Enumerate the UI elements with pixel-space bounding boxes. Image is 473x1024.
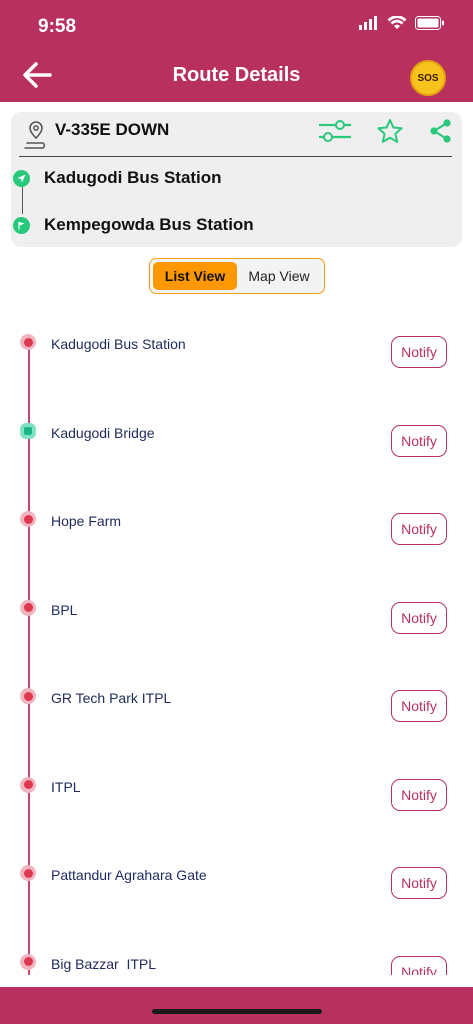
map-view-tab[interactable]: Map View: [237, 262, 321, 290]
route-origin: Kadugodi Bus Station: [11, 168, 222, 188]
stop-name: Big Bazzar ITPL: [51, 955, 157, 972]
list-view-tab[interactable]: List View: [153, 262, 237, 290]
sos-button[interactable]: SOS: [410, 60, 446, 96]
stop-name: Kadugodi Bridge: [51, 424, 155, 441]
stop-marker-icon: [20, 865, 36, 881]
status-time: 9:58: [38, 16, 77, 37]
list-item: GR Tech Park ITPL Notify: [0, 654, 473, 722]
page-title: Route Details: [172, 64, 301, 86]
stop-name: Pattandur Agrahara Gate: [51, 867, 207, 883]
route-icon: [23, 119, 49, 154]
route-card: V-335E DOWN Kadugodi Bus Station Kempego…: [11, 112, 462, 247]
notify-button[interactable]: Notify: [391, 690, 447, 722]
route-connector: [22, 187, 23, 214]
home-indicator[interactable]: [152, 1009, 322, 1014]
notify-button[interactable]: Notify: [391, 778, 447, 811]
list-item: Pattandur Agrahara Gate Notify: [0, 831, 473, 899]
stop-name: Kadugodi Bus Station: [51, 336, 186, 352]
filter-icon[interactable]: [318, 119, 352, 143]
stop-marker-icon: [20, 688, 36, 704]
stop-marker-icon: [20, 776, 36, 793]
stop-marker-icon: [20, 511, 36, 527]
star-icon[interactable]: [376, 118, 404, 144]
flag-icon: [13, 216, 30, 234]
stop-name: GR Tech Park ITPL: [51, 690, 172, 706]
bottom-bar: [0, 987, 473, 1024]
bus-stop-icon: [20, 422, 36, 439]
status-icons: [359, 15, 445, 35]
list-item: ITPL Notify: [0, 743, 473, 811]
battery-icon: [415, 16, 445, 35]
navigation-icon: [13, 169, 30, 187]
route-name: V-335E DOWN: [55, 120, 170, 139]
notify-button[interactable]: Notify: [391, 867, 447, 899]
list-item: Kadugodi Bus Station Notify: [0, 300, 473, 368]
app-header: 9:58 Route Details SOS: [0, 0, 473, 102]
notify-button[interactable]: Notify: [391, 424, 447, 457]
notify-button[interactable]: Notify: [391, 601, 447, 634]
stop-marker-icon: [20, 599, 36, 616]
share-icon[interactable]: [428, 118, 454, 144]
list-item: BPL Notify: [0, 566, 473, 634]
notify-button[interactable]: Notify: [391, 513, 447, 545]
stop-name: Hope Farm: [51, 513, 122, 529]
signal-icon: [359, 16, 379, 35]
stop-marker-icon: [20, 334, 36, 350]
stop-name: BPL: [51, 601, 78, 618]
list-item: Kadugodi Bridge Notify: [0, 389, 473, 457]
stops-list[interactable]: Kadugodi Bus Station Notify Kadugodi Bri…: [0, 300, 473, 975]
notify-button[interactable]: Notify: [391, 336, 447, 368]
destination-label: Kempegowda Bus Station: [44, 215, 254, 234]
stop-marker-icon: [20, 953, 36, 970]
list-item: Big Bazzar ITPL Notify: [0, 920, 473, 975]
route-destination: Kempegowda Bus Station: [11, 215, 254, 235]
stop-name: ITPL: [51, 778, 81, 795]
wifi-icon: [387, 15, 407, 35]
list-item: Hope Farm Notify: [0, 477, 473, 545]
view-toggle: List View Map View: [149, 258, 325, 294]
route-actions: [318, 118, 454, 144]
card-divider: [19, 156, 452, 157]
origin-label: Kadugodi Bus Station: [44, 168, 222, 187]
notify-button[interactable]: Notify: [391, 955, 447, 975]
